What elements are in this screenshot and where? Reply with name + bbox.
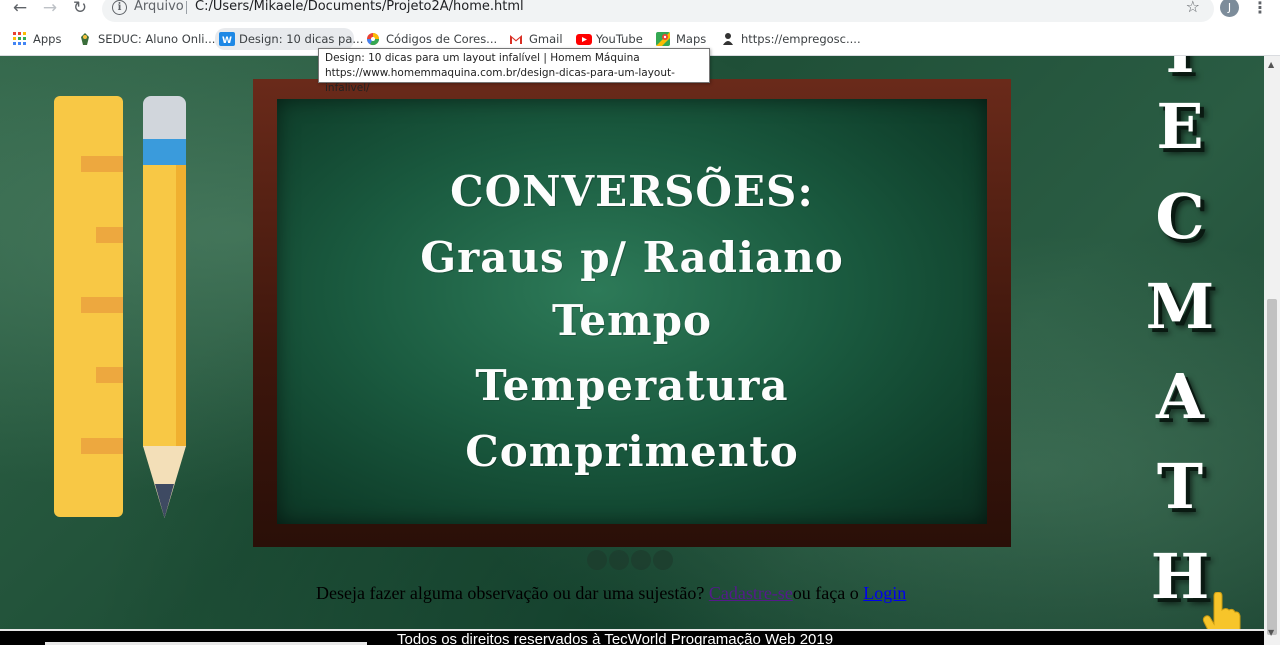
bookmark-star-icon[interactable]: ☆ xyxy=(1186,0,1200,16)
tooltip-title: Design: 10 dicas para um layout infalíve… xyxy=(325,52,640,64)
board-line-tempo[interactable]: Tempo xyxy=(277,296,987,345)
footer-text: Todos os direitos reservados à TecWorld … xyxy=(397,631,834,645)
scrollbar-thumb[interactable] xyxy=(1267,299,1277,635)
feedback-middle: ou faça o xyxy=(792,583,864,603)
reload-icon[interactable]: ↻ xyxy=(69,0,91,20)
ruler-tick xyxy=(81,156,123,172)
carousel-dot[interactable] xyxy=(609,550,629,570)
seduc-icon xyxy=(78,32,92,46)
pencil-band xyxy=(143,139,186,165)
board-line-temperatura[interactable]: Temperatura xyxy=(277,361,987,410)
address-bar[interactable]: i Arquivo C:/Users/Mikaele/Documents/Pro… xyxy=(102,0,1214,22)
title-letter: C xyxy=(1155,180,1205,253)
gmail-icon xyxy=(509,32,523,46)
url-text[interactable]: C:/Users/Mikaele/Documents/Projeto2A/hom… xyxy=(195,0,524,14)
bookmark-seduc[interactable]: SEDUC: Aluno Onli... xyxy=(74,28,219,50)
carousel-dot[interactable] xyxy=(587,550,607,570)
vertical-scrollbar[interactable]: ▲ ▼ xyxy=(1264,56,1280,645)
bookmark-label: https://empregosc.... xyxy=(741,32,861,46)
profile-avatar[interactable]: J xyxy=(1220,0,1239,17)
board-line-comprimento[interactable]: Comprimento xyxy=(277,427,987,476)
bookmark-codigos-cores[interactable]: Códigos de Cores... xyxy=(362,28,501,50)
carousel-dot[interactable] xyxy=(631,550,651,570)
bookmark-label: Códigos de Cores... xyxy=(386,32,498,46)
site-icon xyxy=(721,32,735,46)
bookmarks-bar: Apps SEDUC: Aluno Onli... W Design: 10 d… xyxy=(0,28,1280,50)
title-letter: A xyxy=(1155,360,1205,433)
bookmark-label: Design: 10 dicas pa... xyxy=(239,32,364,46)
pencil-tip xyxy=(143,446,186,518)
title-letter: T xyxy=(1156,450,1204,523)
bookmark-design-dicas[interactable]: W Design: 10 dicas pa... xyxy=(215,28,363,50)
bookmark-label: Maps xyxy=(676,32,707,46)
carousel-dot[interactable] xyxy=(653,550,673,570)
divider xyxy=(186,1,187,14)
chalkboard: CONVERSÕES: Graus p/ Radiano Tempo Tempe… xyxy=(277,99,987,524)
youtube-icon xyxy=(576,32,592,46)
tooltip-url: https://www.homemmaquina.com.br/design-d… xyxy=(325,67,675,94)
ruler-tick xyxy=(81,438,123,454)
bookmark-label: YouTube xyxy=(596,32,643,46)
feedback-question: Deseja fazer alguma observação ou dar um… xyxy=(316,583,709,603)
pencil-eraser xyxy=(143,96,186,139)
apps-grid-icon xyxy=(13,32,27,46)
info-icon[interactable]: i xyxy=(112,0,127,15)
bookmark-tooltip: Design: 10 dicas para um layout infalíve… xyxy=(318,48,710,94)
feedback-prompt: Deseja fazer alguma observação ou dar um… xyxy=(316,583,906,604)
bookmark-gmail[interactable]: Gmail xyxy=(505,28,567,50)
bookmark-maps[interactable]: Maps xyxy=(652,28,710,50)
title-letter-partial: I xyxy=(1135,56,1225,82)
ruler-tick xyxy=(96,367,123,383)
scroll-down-icon[interactable]: ▼ xyxy=(1268,628,1274,637)
ruler-tick xyxy=(81,297,123,313)
title-letter: M xyxy=(1145,270,1215,343)
board-heading: CONVERSÕES: xyxy=(450,167,814,216)
login-link[interactable]: Login xyxy=(863,583,906,603)
ruler-tick xyxy=(96,227,123,243)
bookmark-label: Gmail xyxy=(529,32,563,46)
register-link[interactable]: Cadastre-se xyxy=(709,583,793,603)
forward-arrow-icon[interactable]: → xyxy=(39,0,61,20)
chalkboard-frame: CONVERSÕES: Graus p/ Radiano Tempo Tempe… xyxy=(253,79,1011,547)
page-content: CONVERSÕES: Graus p/ Radiano Tempo Tempe… xyxy=(0,56,1264,645)
ruler-illustration xyxy=(54,96,123,517)
bookmark-label: Apps xyxy=(33,32,62,46)
color-wheel-icon xyxy=(366,32,380,46)
carousel-indicators xyxy=(587,550,673,570)
bookmark-apps[interactable]: Apps xyxy=(9,28,65,50)
back-arrow-icon[interactable]: ← xyxy=(9,0,31,20)
address-row: ← → ↻ i Arquivo C:/Users/Mikaele/Documen… xyxy=(0,0,1280,22)
bookmark-label: SEDUC: Aluno Onli... xyxy=(98,32,216,46)
bookmark-empregos[interactable]: https://empregosc.... xyxy=(717,28,865,50)
board-line-graus[interactable]: Graus p/ Radiano xyxy=(277,233,987,282)
more-menu-icon[interactable]: ⋮ xyxy=(1252,0,1268,18)
svg-text:W: W xyxy=(222,36,232,46)
title-letter: E xyxy=(1156,90,1204,163)
maps-icon xyxy=(656,32,670,46)
bookmark-youtube[interactable]: YouTube xyxy=(572,28,647,50)
scheme-label: Arquivo xyxy=(134,0,184,14)
scroll-up-icon[interactable]: ▲ xyxy=(1268,60,1274,69)
pencil-shade xyxy=(176,165,186,447)
homem-maquina-icon: W xyxy=(219,32,235,46)
